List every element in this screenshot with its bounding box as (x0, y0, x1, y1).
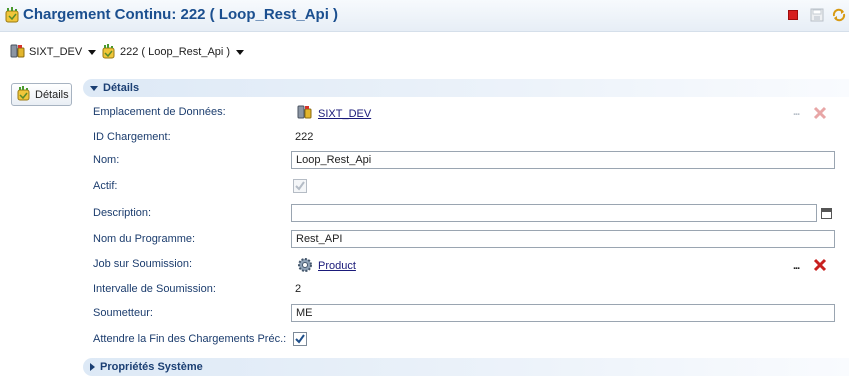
description-label: Description: (93, 207, 152, 219)
job-browse-button[interactable]: ... (793, 260, 800, 272)
section-details-title: Détails (103, 82, 140, 94)
job-link[interactable]: Product (318, 260, 356, 272)
id-label: ID Chargement: (93, 131, 171, 143)
tab-details[interactable]: Détails (11, 83, 72, 106)
triangle-down-icon (90, 85, 98, 91)
calendar-icon[interactable] (821, 208, 832, 219)
continuous-load-icon (5, 6, 19, 24)
refresh-icon[interactable] (832, 8, 846, 22)
job-clear-icon[interactable] (813, 258, 827, 272)
page-title: Chargement Continu: 222 ( Loop_Rest_Api … (23, 6, 339, 23)
chevron-down-icon[interactable] (236, 49, 245, 55)
actif-label: Actif: (93, 180, 118, 192)
section-system-title: Propriétés Système (100, 361, 203, 373)
continuous-load-icon (101, 43, 117, 62)
chevron-down-icon[interactable] (88, 49, 97, 55)
save-icon[interactable] (810, 8, 824, 22)
database-icon (10, 43, 26, 62)
intervalle-value: 2 (295, 283, 302, 295)
database-icon (297, 104, 313, 123)
stop-icon[interactable] (786, 8, 800, 22)
tab-details-label: Détails (35, 88, 69, 101)
soumetteur-input[interactable] (291, 304, 835, 322)
gear-icon (297, 257, 313, 276)
continuous-load-icon (16, 85, 32, 104)
breadcrumb-datasource-label: SIXT_DEV (29, 46, 83, 58)
job-label: Job sur Soumission: (93, 258, 193, 270)
description-input[interactable] (291, 204, 817, 222)
emplacement-label: Emplacement de Données: (93, 106, 226, 118)
attendre-label: Attendre la Fin des Chargements Préc.: (93, 333, 287, 345)
nom-label: Nom: (93, 154, 120, 166)
breadcrumb: SIXT_DEV 222 ( Loop_Rest_Api ) (0, 40, 849, 62)
actif-checkbox (293, 179, 307, 193)
intervalle-label: Intervalle de Soumission: (93, 283, 216, 295)
title-bar: Chargement Continu: 222 ( Loop_Rest_Api … (0, 0, 849, 32)
section-system-header[interactable]: Propriétés Système (83, 358, 849, 376)
id-value: 222 (295, 131, 314, 143)
programme-input[interactable] (291, 230, 835, 248)
emplacement-clear-icon[interactable] (813, 106, 827, 120)
emplacement-link[interactable]: SIXT_DEV (318, 108, 371, 120)
breadcrumb-load[interactable]: 222 ( Loop_Rest_Api ) (101, 43, 245, 62)
attendre-checkbox[interactable] (293, 332, 307, 346)
emplacement-browse-button[interactable]: ... (793, 106, 800, 118)
nom-input[interactable] (291, 151, 835, 169)
breadcrumb-datasource[interactable]: SIXT_DEV (10, 43, 97, 62)
triangle-right-icon (90, 363, 95, 371)
soumetteur-label: Soumetteur: (93, 307, 153, 319)
programme-label: Nom du Programme: (93, 233, 196, 245)
breadcrumb-load-label: 222 ( Loop_Rest_Api ) (120, 46, 231, 58)
section-details-header[interactable]: Détails (83, 79, 849, 97)
